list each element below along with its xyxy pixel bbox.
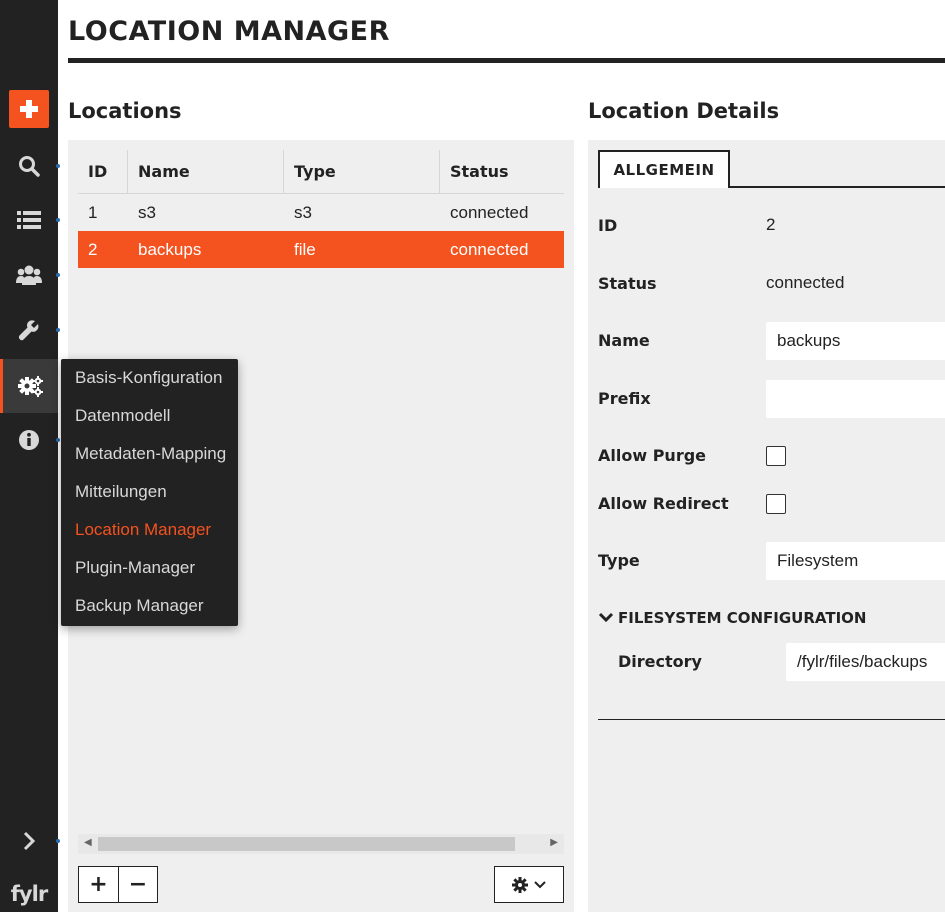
prefix-input[interactable] bbox=[766, 380, 945, 418]
allow-purge-label: Allow Purge bbox=[598, 446, 707, 465]
filesystem-config-toggle[interactable]: FILESYSTEM CONFIGURATION bbox=[598, 609, 866, 627]
allow-purge-checkbox[interactable] bbox=[766, 446, 786, 466]
id-value: 2 bbox=[766, 215, 776, 234]
add-location-button[interactable]: + bbox=[78, 866, 119, 903]
locations-table: ID Name Type Status 1 s3 s3 connected 2 … bbox=[78, 150, 564, 268]
directory-input[interactable]: /fylr/files/backups bbox=[786, 643, 945, 681]
sidebar-item-info[interactable] bbox=[0, 413, 60, 467]
table-row-selected[interactable]: 2 backups file connected bbox=[78, 231, 564, 268]
chevron-right-icon bbox=[23, 831, 36, 851]
section-divider bbox=[598, 719, 945, 720]
directory-label: Directory bbox=[618, 652, 702, 671]
horizontal-scrollbar[interactable]: ◀ ▶ bbox=[78, 834, 564, 854]
menu-item-plugin-manager[interactable]: Plugin-Manager bbox=[61, 555, 238, 593]
cell-id: 1 bbox=[88, 202, 98, 222]
menu-item-datenmodell[interactable]: Datenmodell bbox=[61, 403, 238, 441]
remove-location-button[interactable]: − bbox=[118, 866, 158, 903]
status-label: Status bbox=[598, 274, 657, 293]
cell-name: backups bbox=[138, 239, 202, 259]
menu-item-location-manager[interactable]: Location Manager bbox=[61, 517, 238, 555]
menu-item-basis-konfiguration[interactable]: Basis-Konfiguration bbox=[61, 365, 238, 403]
filesystem-config-title: FILESYSTEM CONFIGURATION bbox=[618, 609, 867, 627]
menu-item-metadaten-mapping[interactable]: Metadaten-Mapping bbox=[61, 441, 238, 479]
cell-type: s3 bbox=[294, 202, 312, 222]
column-header-status[interactable]: Status bbox=[440, 150, 564, 193]
settings-dropdown-menu: Basis-Konfiguration Datenmodell Metadate… bbox=[61, 359, 238, 626]
menu-item-backup-manager[interactable]: Backup Manager bbox=[61, 593, 238, 631]
info-icon bbox=[19, 430, 39, 450]
sidebar-item-settings[interactable] bbox=[0, 359, 58, 413]
cell-status: connected bbox=[450, 202, 529, 222]
sidebar-item-tools[interactable] bbox=[0, 303, 60, 357]
plus-icon bbox=[20, 100, 38, 118]
name-input[interactable]: backups bbox=[766, 322, 945, 360]
id-label: ID bbox=[598, 216, 618, 235]
sidebar: fylr bbox=[0, 0, 60, 912]
column-header-type[interactable]: Type bbox=[284, 150, 440, 193]
type-select[interactable]: Filesystem bbox=[766, 542, 945, 580]
scrollbar-thumb[interactable] bbox=[98, 837, 515, 851]
tab-allgemein[interactable]: ALLGEMEIN bbox=[598, 150, 730, 188]
settings-menu-button[interactable] bbox=[494, 866, 564, 903]
page-title: LOCATION MANAGER bbox=[68, 16, 390, 47]
chevron-down-icon bbox=[598, 612, 614, 623]
locations-title: Locations bbox=[68, 99, 182, 123]
column-header-name[interactable]: Name bbox=[128, 150, 284, 193]
cell-type: file bbox=[294, 239, 316, 259]
sidebar-item-users[interactable] bbox=[0, 248, 60, 302]
menu-item-mitteilungen[interactable]: Mitteilungen bbox=[61, 479, 238, 517]
gear-icon bbox=[512, 876, 528, 893]
status-value: connected bbox=[766, 273, 845, 292]
column-header-id[interactable]: ID bbox=[78, 150, 128, 193]
allow-redirect-label: Allow Redirect bbox=[598, 494, 729, 513]
table-row[interactable]: 1 s3 s3 connected bbox=[78, 194, 564, 231]
search-icon bbox=[19, 156, 40, 177]
allow-redirect-checkbox[interactable] bbox=[766, 494, 786, 514]
details-title: Location Details bbox=[588, 99, 780, 123]
scroll-left-icon[interactable]: ◀ bbox=[84, 837, 92, 848]
cell-id: 2 bbox=[88, 239, 98, 259]
list-icon bbox=[17, 211, 41, 229]
users-icon bbox=[16, 265, 42, 285]
type-label: Type bbox=[598, 551, 640, 570]
gears-icon bbox=[17, 376, 43, 397]
sidebar-item-search[interactable] bbox=[0, 139, 60, 193]
cell-name: s3 bbox=[138, 202, 156, 222]
sidebar-item-list[interactable] bbox=[0, 193, 60, 247]
name-label: Name bbox=[598, 331, 650, 350]
sidebar-expand-button[interactable] bbox=[0, 814, 60, 868]
chevron-down-icon bbox=[534, 880, 546, 888]
cell-status: connected bbox=[450, 239, 529, 259]
details-panel bbox=[588, 140, 945, 912]
scroll-right-icon[interactable]: ▶ bbox=[550, 837, 558, 848]
prefix-label: Prefix bbox=[598, 389, 651, 408]
app-logo: fylr bbox=[10, 882, 48, 906]
title-divider bbox=[68, 58, 945, 63]
add-button[interactable] bbox=[9, 90, 49, 128]
wrench-icon bbox=[18, 320, 39, 341]
table-header: ID Name Type Status bbox=[78, 150, 564, 194]
